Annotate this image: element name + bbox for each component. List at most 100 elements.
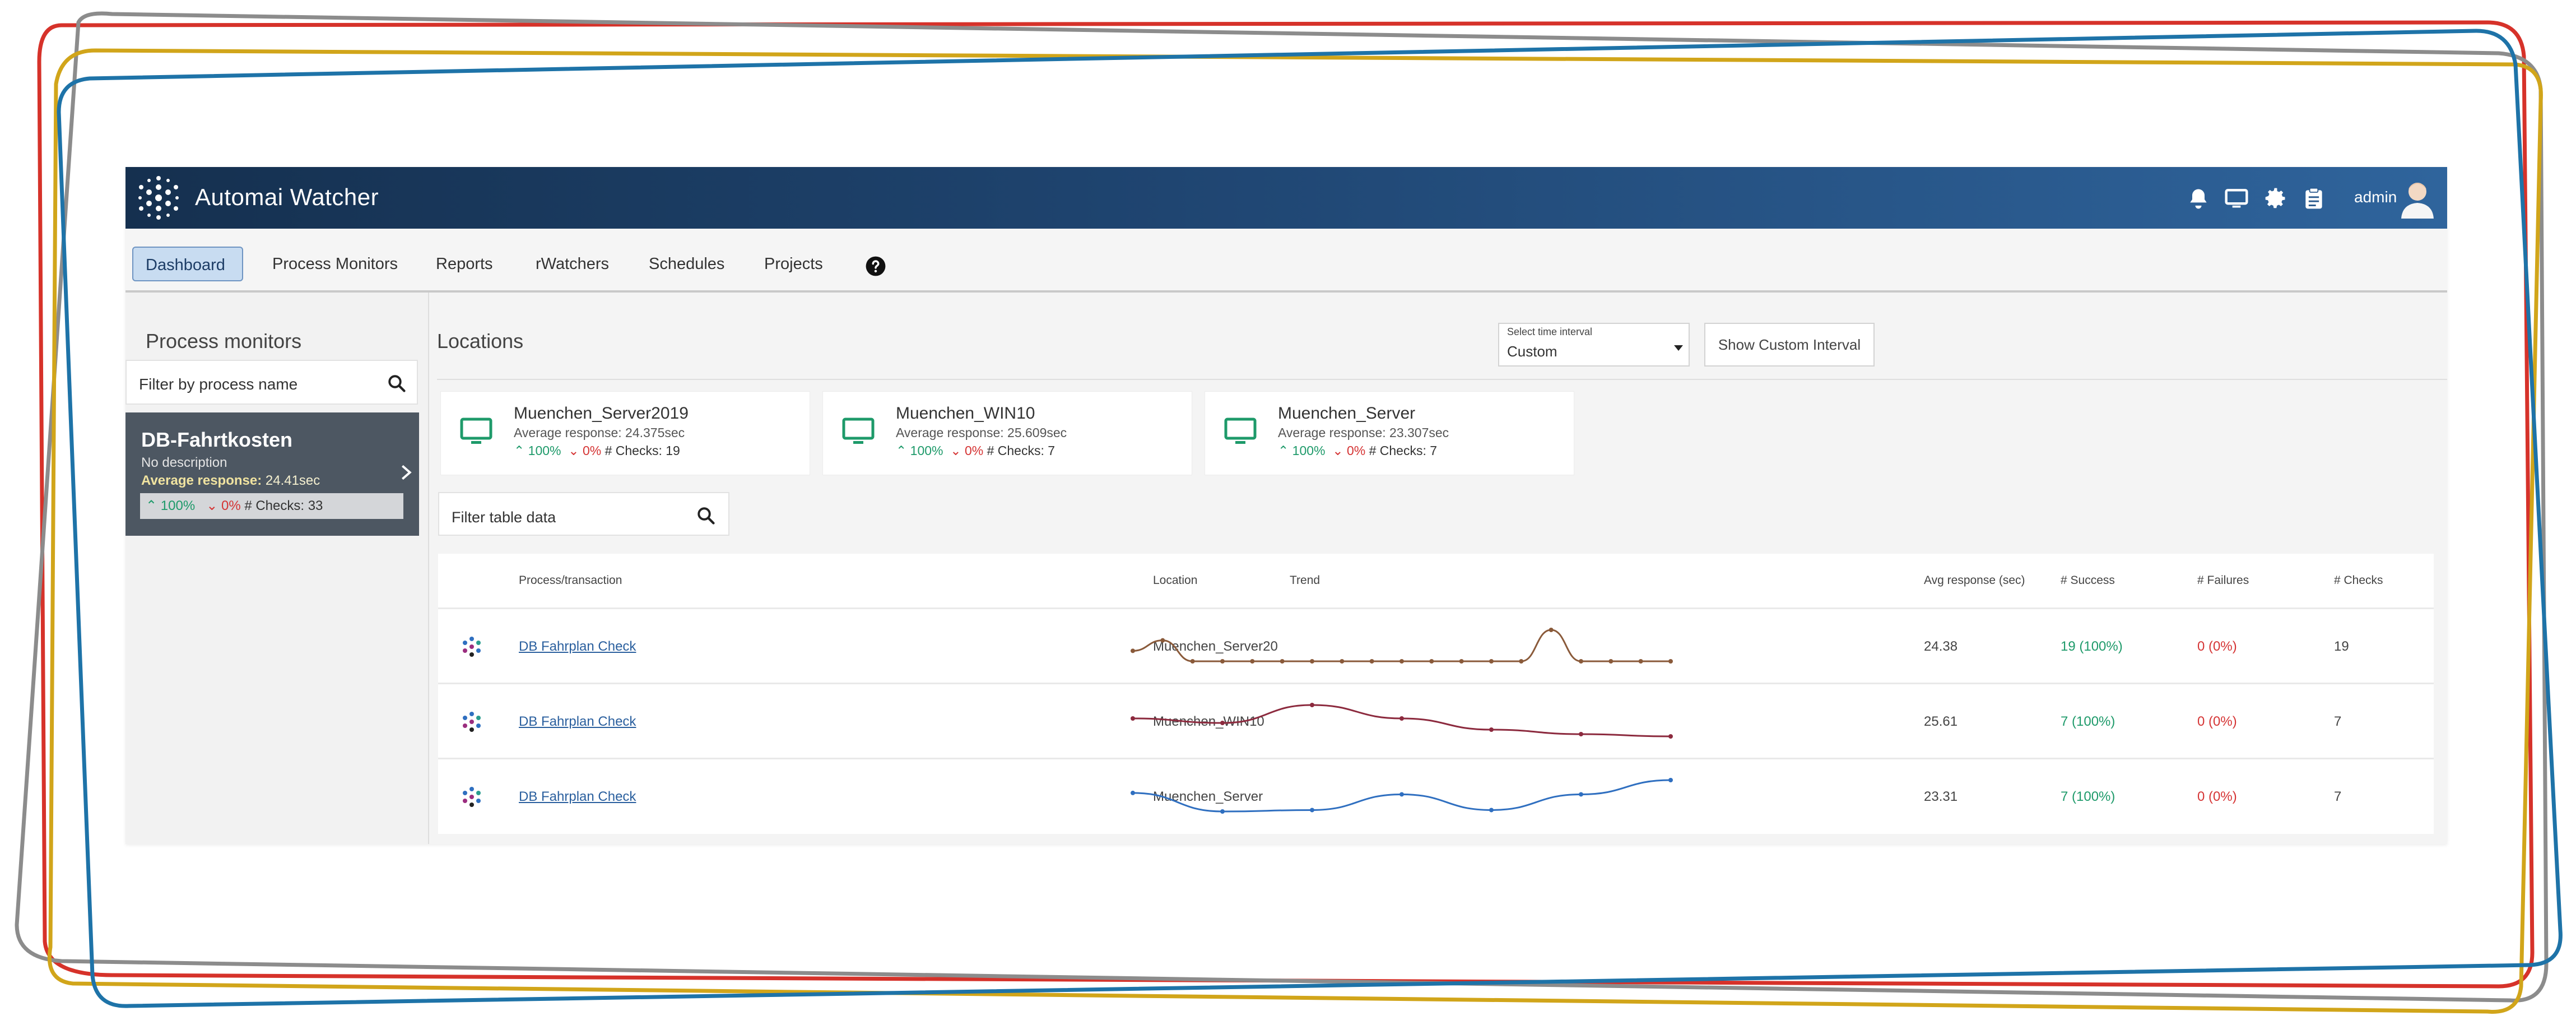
trend-point[interactable]: [1489, 659, 1494, 664]
trend-point[interactable]: [1399, 659, 1404, 664]
nav-dashboard[interactable]: Dashboard: [132, 247, 243, 281]
chevron-right-icon[interactable]: [400, 464, 412, 481]
column-header-checks[interactable]: # Checks: [2334, 574, 2383, 587]
trend-point[interactable]: [1429, 659, 1434, 664]
app-title: Automai Watcher: [195, 184, 379, 210]
location-card-muenchen-win10[interactable]: Muenchen_WIN10 Average response: 25.609s…: [822, 391, 1192, 475]
trend-point[interactable]: [1399, 792, 1404, 797]
success-cell: 19 (100%): [2061, 639, 2123, 654]
trend-point[interactable]: [1280, 659, 1285, 664]
column-header-avg-response[interactable]: Avg response (sec): [1924, 574, 2025, 587]
process-network-icon: [463, 712, 481, 732]
user-avatar-icon[interactable]: [2398, 177, 2437, 219]
failure-down-icon: ⌄: [950, 443, 961, 458]
table-row[interactable]: DB Fahrplan Check Muenchen_Server20 24.3…: [438, 610, 2434, 683]
trend-point[interactable]: [1668, 734, 1673, 739]
location-checks: # Checks: 7: [1369, 443, 1438, 458]
trend-point[interactable]: [1250, 659, 1255, 664]
trend-point[interactable]: [1369, 659, 1374, 664]
trend-point[interactable]: [1131, 648, 1135, 653]
success-cell: 7 (100%): [2061, 789, 2115, 804]
success-up-icon: ⌃: [146, 498, 157, 513]
trend-point[interactable]: [1399, 716, 1404, 721]
location-average-response: Average response: 24.375sec: [514, 425, 685, 440]
monitor-icon: [460, 418, 492, 444]
column-header-process[interactable]: Process/transaction: [519, 574, 622, 587]
bell-icon[interactable]: [2186, 186, 2211, 211]
trend-point[interactable]: [1310, 808, 1314, 813]
location-card-muenchen-server[interactable]: Muenchen_Server Average response: 23.307…: [1205, 391, 1574, 475]
checks-cell: 7: [2334, 789, 2342, 804]
process-link[interactable]: DB Fahrplan Check: [519, 789, 636, 805]
user-name[interactable]: admin: [2354, 188, 2397, 206]
main-nav: Dashboard Process Monitors Reports rWatc…: [125, 229, 2447, 293]
trend-point[interactable]: [1340, 659, 1345, 664]
trend-point[interactable]: [1160, 638, 1165, 643]
trend-point[interactable]: [1220, 721, 1225, 725]
monitor-icon[interactable]: [2224, 186, 2249, 211]
help-icon[interactable]: [865, 256, 886, 277]
time-interval-select[interactable]: Select time interval Custom: [1498, 323, 1690, 367]
trend-point[interactable]: [1131, 790, 1135, 795]
trend-point[interactable]: [1519, 659, 1524, 664]
trend-line: [1132, 629, 1671, 662]
process-average-response: Average response: 24.41sec: [141, 473, 320, 489]
gear-icon[interactable]: [2263, 186, 2288, 211]
trend-point[interactable]: [1459, 659, 1464, 664]
trend-point[interactable]: [1579, 732, 1583, 736]
nav-projects[interactable]: Projects: [752, 247, 835, 281]
process-monitor-card[interactable]: DB-Fahrtkosten No description Average re…: [125, 412, 419, 536]
checks-cell: 7: [2334, 714, 2342, 729]
trend-point[interactable]: [1310, 659, 1314, 664]
process-name: DB-Fahrtkosten: [141, 428, 293, 451]
success-up-icon: ⌃: [896, 443, 907, 458]
trend-sparkline: [1131, 778, 1673, 814]
column-header-success[interactable]: # Success: [2061, 574, 2115, 587]
search-icon[interactable]: [387, 373, 407, 393]
failure-down-icon: ⌄: [1332, 443, 1343, 458]
trend-point[interactable]: [1489, 808, 1494, 813]
process-table: Process/transaction Location Trend Avg r…: [438, 554, 2434, 834]
trend-point[interactable]: [1220, 809, 1225, 814]
location-card-muenchen-server2019[interactable]: Muenchen_Server2019 Average response: 24…: [440, 391, 810, 475]
nav-process-monitors[interactable]: Process Monitors: [260, 247, 410, 281]
automai-logo-icon: [138, 176, 179, 220]
row-divider: [438, 683, 2434, 684]
trend-point[interactable]: [1549, 628, 1554, 632]
process-checks: # Checks: 33: [244, 498, 323, 513]
caret-down-icon: [1674, 345, 1683, 351]
process-link[interactable]: DB Fahrplan Check: [519, 639, 636, 655]
column-header-trend[interactable]: Trend: [1290, 574, 1320, 587]
column-header-failures[interactable]: # Failures: [2197, 574, 2249, 587]
trend-point[interactable]: [1638, 659, 1643, 664]
trend-point[interactable]: [1220, 659, 1225, 664]
nav-rwatchers[interactable]: rWatchers: [523, 247, 621, 281]
trend-point[interactable]: [1579, 659, 1583, 664]
show-custom-interval-button[interactable]: Show Custom Interval: [1704, 323, 1875, 367]
search-icon[interactable]: [696, 505, 716, 526]
table-row[interactable]: DB Fahrplan Check Muenchen_WIN10 25.61 7…: [438, 685, 2434, 758]
table-filter-placeholder: Filter table data: [452, 509, 556, 526]
process-filter-input[interactable]: Filter by process name: [125, 360, 418, 405]
monitor-icon: [842, 418, 875, 444]
checks-cell: 19: [2334, 639, 2349, 654]
trend-point[interactable]: [1579, 792, 1583, 797]
avg-response-cell: 23.31: [1924, 789, 1958, 804]
row-divider: [438, 607, 2434, 609]
trend-point[interactable]: [1668, 659, 1673, 664]
table-filter-input[interactable]: Filter table data: [438, 492, 729, 536]
process-link[interactable]: DB Fahrplan Check: [519, 714, 636, 730]
trend-point[interactable]: [1131, 716, 1135, 721]
trend-point[interactable]: [1668, 778, 1673, 782]
trend-point[interactable]: [1489, 727, 1494, 732]
location-success-rate: 100%: [528, 443, 561, 458]
location-name: Muenchen_Server: [1278, 404, 1416, 423]
trend-point[interactable]: [1310, 703, 1314, 707]
nav-reports[interactable]: Reports: [424, 247, 505, 281]
trend-point[interactable]: [1608, 659, 1614, 664]
nav-schedules[interactable]: Schedules: [636, 247, 737, 281]
clipboard-icon[interactable]: [2301, 186, 2326, 211]
trend-point[interactable]: [1190, 659, 1195, 664]
column-header-location[interactable]: Location: [1153, 574, 1197, 587]
table-row[interactable]: DB Fahrplan Check Muenchen_Server 23.31 …: [438, 760, 2434, 833]
